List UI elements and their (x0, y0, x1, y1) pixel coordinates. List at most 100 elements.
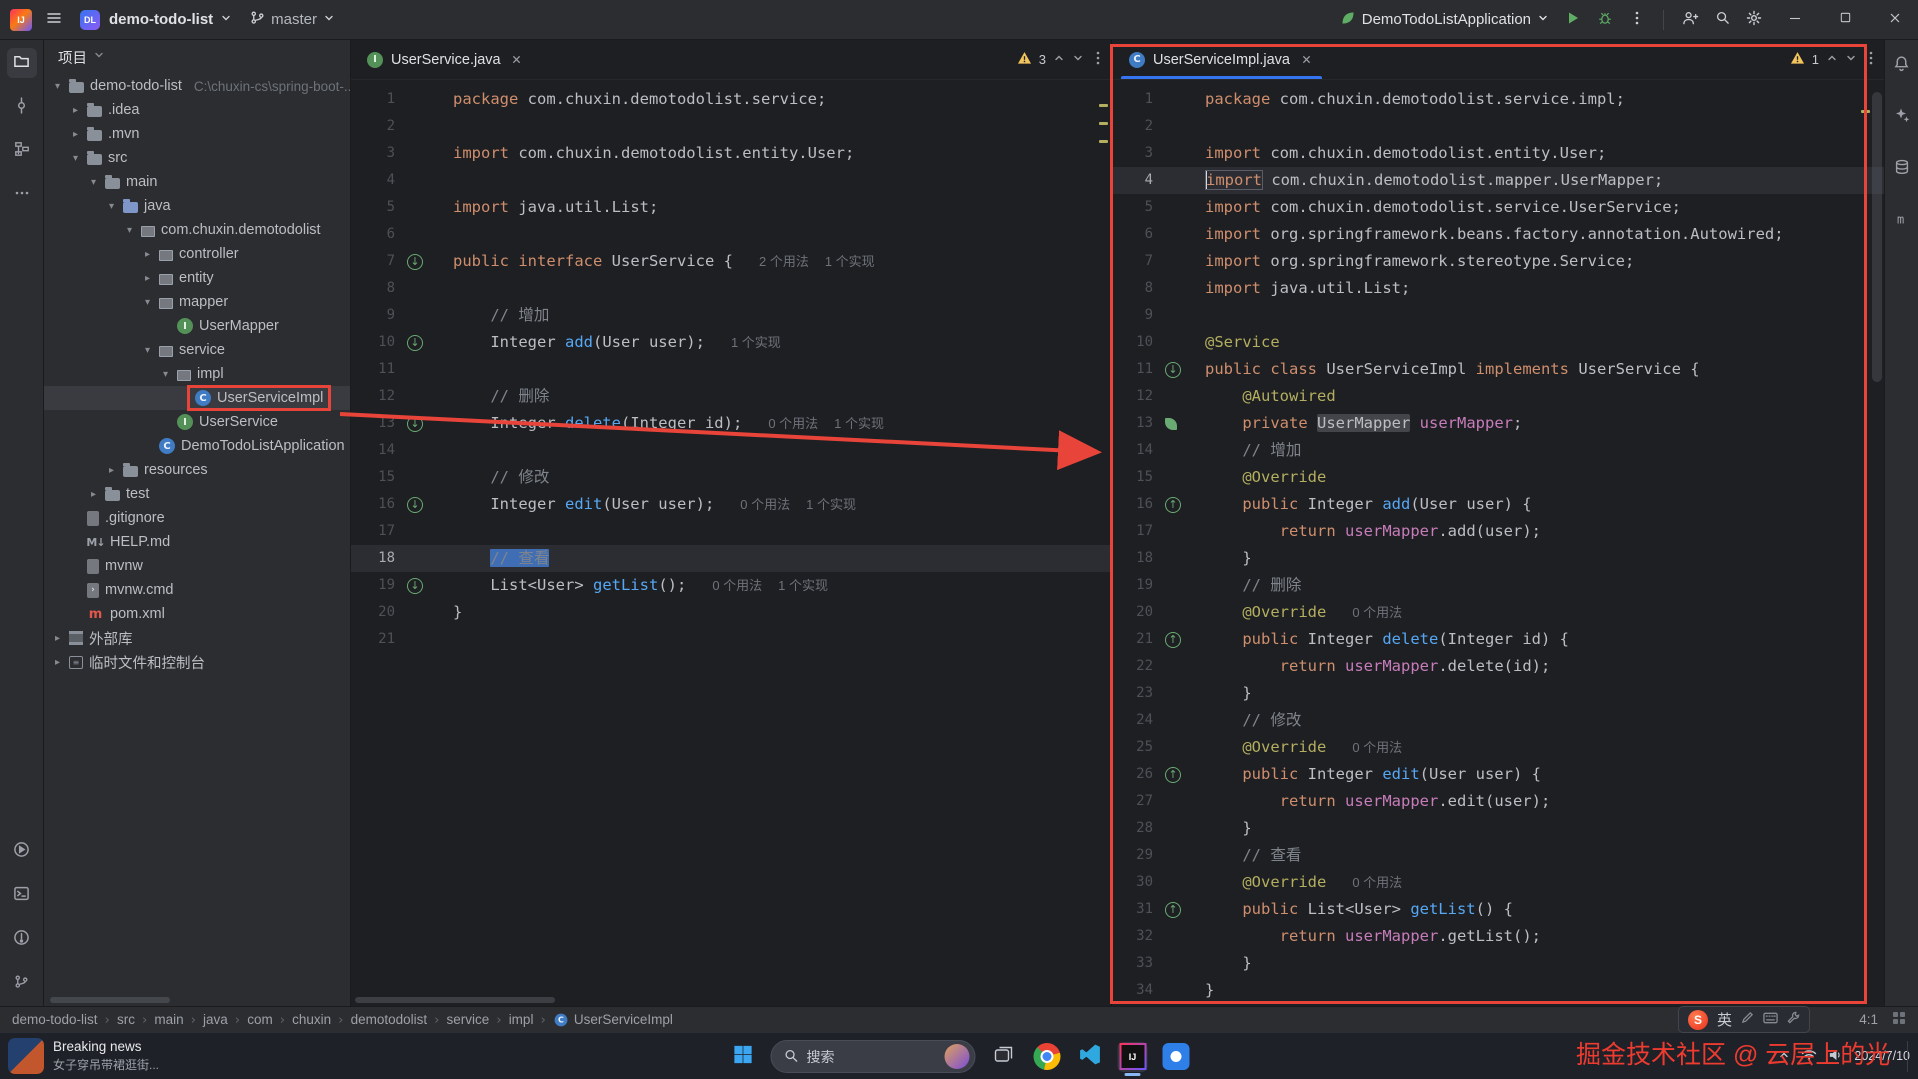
code-line-12[interactable]: 12 // 删除 (351, 383, 1111, 410)
code-line-8[interactable]: 8 (351, 275, 1111, 302)
code-line-15[interactable]: 15 // 修改 (351, 464, 1111, 491)
tree-item-.gitignore[interactable]: .gitignore (44, 506, 350, 530)
warning-stripe-mark[interactable] (1861, 110, 1870, 113)
code-line-2[interactable]: 2 (1113, 113, 1884, 140)
code-line-34[interactable]: 34} (1113, 977, 1884, 1004)
code-line-18[interactable]: 18 } (1113, 545, 1884, 572)
chevron-down-icon[interactable]: ▾ (122, 225, 137, 236)
prev-problem-icon[interactable] (1826, 52, 1838, 67)
pen-icon[interactable] (1741, 1011, 1754, 1028)
code-line-7[interactable]: 7 ↓ public interface UserService {2 个用法 1 个… (351, 248, 1111, 275)
structure-tool-button[interactable] (7, 136, 37, 166)
warning-stripe-mark[interactable] (1099, 122, 1108, 125)
code-line-13[interactable]: 13 private UserMapper userMapper; (1113, 410, 1884, 437)
code-area-left[interactable]: 1 package com.chuxin.demotodolist.service… (351, 80, 1111, 1006)
code-line-20[interactable]: 20} (351, 599, 1111, 626)
chevron-right-icon[interactable]: ▸ (86, 489, 101, 500)
tree-item-com.chuxin.demotodolist[interactable]: ▾ com.chuxin.demotodolist (44, 218, 350, 242)
breadcrumb-item[interactable]: src (117, 1012, 135, 1027)
debug-button[interactable] (1591, 6, 1619, 34)
code-line-11[interactable]: 11 (351, 356, 1111, 383)
project-tool-button[interactable] (6, 48, 37, 78)
minimize-button[interactable] (1772, 0, 1818, 40)
editor-vscrollbar[interactable] (1872, 92, 1882, 382)
breadcrumb-item[interactable]: com (247, 1012, 273, 1027)
chevron-down-icon[interactable] (93, 49, 105, 65)
tree-item-service[interactable]: ▾ service (44, 338, 350, 362)
project-widget[interactable]: DL demo-todo-list (76, 6, 236, 34)
breadcrumb-item[interactable]: main (154, 1012, 183, 1027)
code-line-6[interactable]: 6 (351, 221, 1111, 248)
maximize-button[interactable] (1822, 0, 1868, 40)
next-problem-icon[interactable] (1845, 52, 1857, 67)
code-line-29[interactable]: 29 // 查看 (1113, 842, 1884, 869)
more-tools-button[interactable] (7, 180, 37, 210)
tree-item-DemoTodoListApplication[interactable]: DemoTodoListApplication (44, 434, 350, 458)
code-line-30[interactable]: 30 @Override 0 个用法 (1113, 869, 1884, 896)
main-menu-button[interactable] (40, 6, 68, 34)
breadcrumb-item[interactable]: service (447, 1012, 490, 1027)
code-line-13[interactable]: 13 ↓ Integer delete(Integer id); 0 个用法 1 个实… (351, 410, 1111, 437)
tree-item-resources[interactable]: ▸ resources (44, 458, 350, 482)
layout-grid-icon[interactable] (1892, 1011, 1906, 1028)
code-line-21[interactable]: 21 ↑ public Integer delete(Integer id) { (1113, 626, 1884, 653)
code-line-16[interactable]: 16 ↑ public Integer add(User user) { (1113, 491, 1884, 518)
tree-item-UserService[interactable]: UserService (44, 410, 350, 434)
tree-item-test[interactable]: ▸ test (44, 482, 350, 506)
task-view-button[interactable] (989, 1042, 1019, 1072)
tree-item-外部库[interactable]: ▸ 外部库 (44, 626, 350, 650)
code-line-6[interactable]: 6 import org.springframework.beans.factor… (1113, 221, 1884, 248)
implemented-marker-icon[interactable]: ↓ (407, 334, 423, 351)
settings-button[interactable] (1740, 6, 1768, 34)
editor-more-icon[interactable] (1864, 50, 1878, 69)
tree-item-src[interactable]: ▾ src (44, 146, 350, 170)
implemented-marker-icon[interactable]: ↓ (1165, 361, 1181, 378)
code-line-4[interactable]: 4 (351, 167, 1111, 194)
chevron-down-icon[interactable]: ▾ (140, 297, 155, 308)
code-line-14[interactable]: 14 // 增加 (1113, 437, 1884, 464)
chevron-right-icon[interactable]: ▸ (140, 249, 155, 260)
chevron-down-icon[interactable]: ▾ (104, 201, 119, 212)
chevron-right-icon[interactable]: ▸ (50, 657, 65, 668)
implemented-marker-icon[interactable]: ↓ (407, 496, 423, 513)
inlay-hint[interactable]: 0 个用法 (768, 416, 818, 431)
news-widget[interactable]: Breaking news 女子穿吊带裙逛街... (8, 1038, 159, 1074)
code-line-17[interactable]: 17 return userMapper.add(user); (1113, 518, 1884, 545)
overrides-marker-icon[interactable]: ↑ (1165, 631, 1181, 648)
code-line-32[interactable]: 32 return userMapper.getList(); (1113, 923, 1884, 950)
inlay-hint[interactable]: 0 个用法 (1352, 875, 1402, 890)
warning-stripe-mark[interactable] (1099, 140, 1108, 143)
notifications-button[interactable] (1887, 50, 1917, 80)
sogou-ime-bar[interactable]: S 英 (1678, 1006, 1811, 1033)
inlay-hint[interactable]: 0 个用法 (1352, 740, 1402, 755)
show-desktop-button[interactable] (1907, 1041, 1910, 1072)
tree-item-UserServiceImpl[interactable]: UserServiceImpl (44, 385, 350, 411)
code-line-24[interactable]: 24 // 修改 (1113, 707, 1884, 734)
code-line-3[interactable]: 3 import com.chuxin.demotodolist.entity.U… (1113, 140, 1884, 167)
intellij-app-button[interactable]: IJ (1117, 1041, 1148, 1076)
code-line-10[interactable]: 10 @Service (1113, 329, 1884, 356)
vscode-app-button[interactable] (1075, 1042, 1105, 1072)
code-line-5[interactable]: 5 import com.chuxin.demotodolist.service.… (1113, 194, 1884, 221)
code-line-8[interactable]: 8 import java.util.List; (1113, 275, 1884, 302)
code-line-17[interactable]: 17 (351, 518, 1111, 545)
code-area-right[interactable]: 1 package com.chuxin.demotodolist.service… (1113, 80, 1884, 1006)
code-line-26[interactable]: 26 ↑ public Integer edit(User user) { (1113, 761, 1884, 788)
version-control-tool-button[interactable] (7, 968, 37, 998)
breadcrumb-item[interactable]: impl (509, 1012, 534, 1027)
chevron-down-icon[interactable]: ▾ (86, 177, 101, 188)
tab-userservice-java[interactable]: UserService.java (357, 40, 535, 79)
commit-tool-button[interactable] (7, 92, 37, 122)
editor-more-icon[interactable] (1091, 50, 1105, 69)
chevron-right-icon[interactable]: ▸ (140, 273, 155, 284)
inlay-hint[interactable]: 1 个实现 (825, 254, 875, 269)
chevron-right-icon[interactable]: ▸ (104, 465, 119, 476)
chevron-down-icon[interactable]: ▾ (50, 81, 65, 92)
panel-hscrollbar[interactable] (50, 997, 170, 1003)
tree-item-.idea[interactable]: ▸ .idea (44, 98, 350, 122)
spring-bean-icon[interactable] (1165, 417, 1177, 430)
warning-stripe-mark[interactable] (1099, 104, 1108, 107)
more-actions-button[interactable] (1623, 6, 1651, 34)
tab-userserviceimpl-java[interactable]: UserServiceImpl.java (1119, 40, 1324, 79)
search-everywhere-button[interactable] (1708, 6, 1736, 34)
